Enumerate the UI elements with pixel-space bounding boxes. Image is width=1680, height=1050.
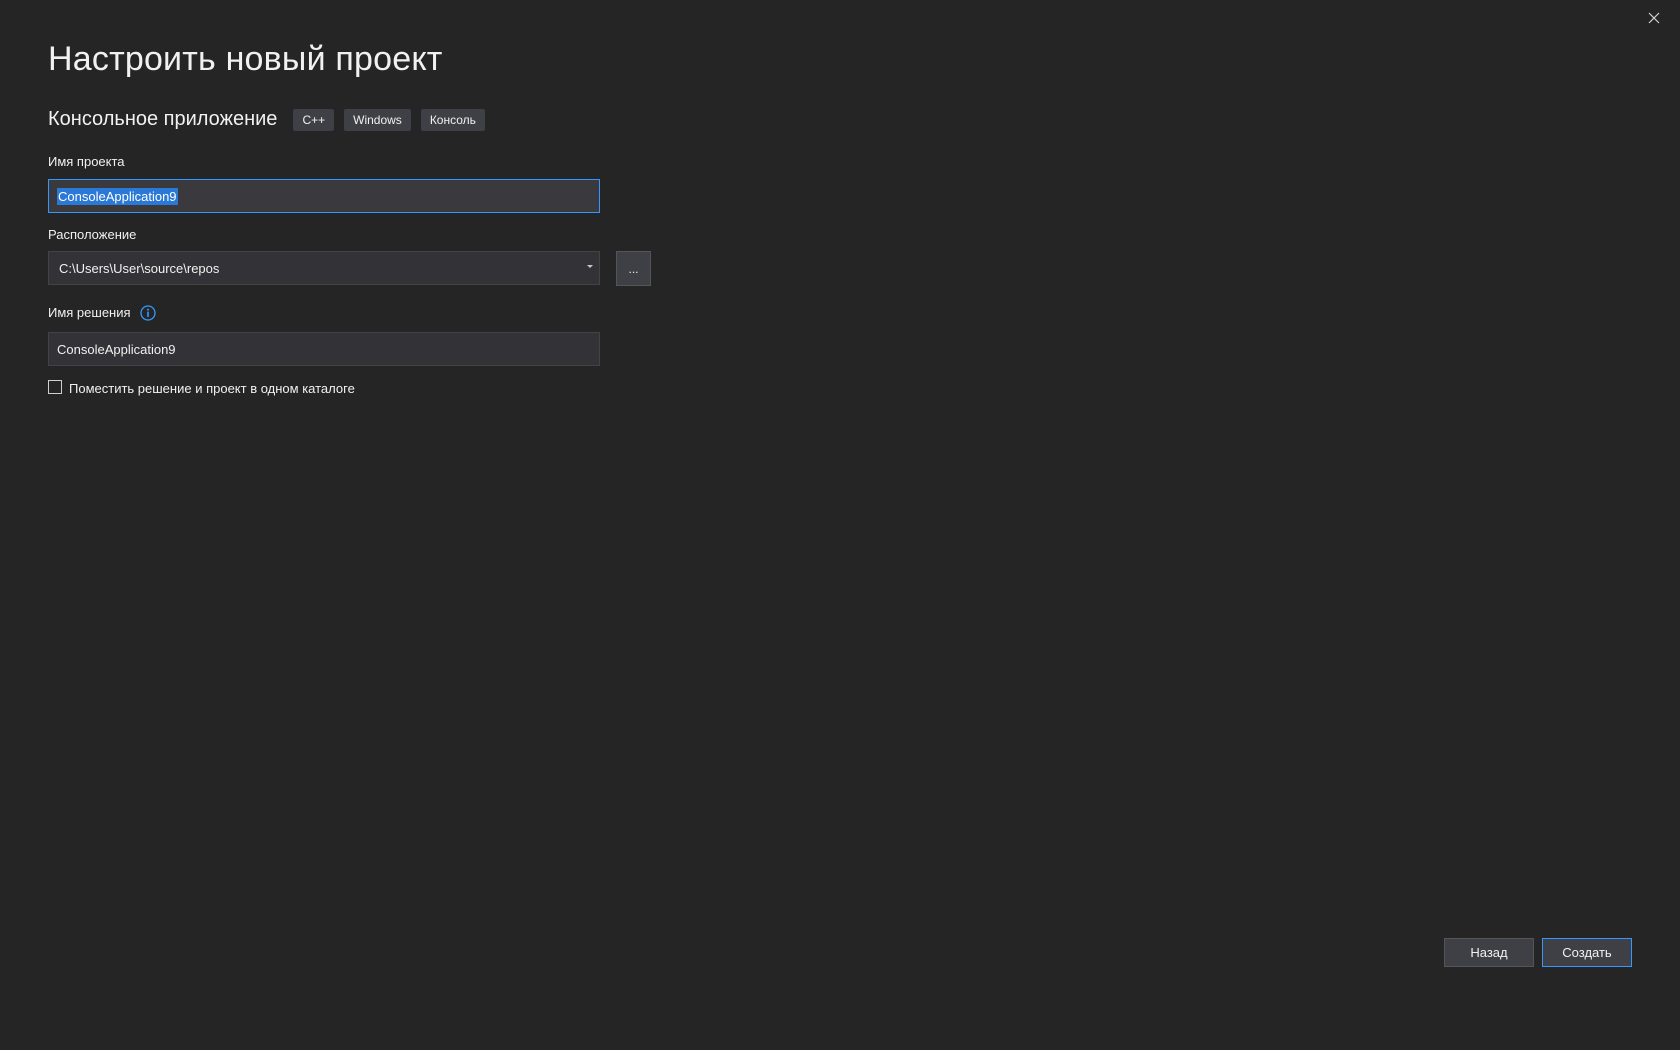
browse-button[interactable]: ... bbox=[616, 251, 651, 286]
tag-language: C++ bbox=[293, 108, 335, 131]
solution-name-value: ConsoleApplication9 bbox=[57, 341, 176, 357]
template-summary: Консольное приложение C++ Windows Консол… bbox=[48, 108, 485, 131]
project-name-input[interactable]: ConsoleApplication9 bbox=[48, 179, 600, 213]
location-combobox[interactable]: C:\Users\User\source\repos bbox=[48, 251, 600, 285]
create-button[interactable]: Создать bbox=[1542, 938, 1632, 967]
solution-name-label-row: Имя решения bbox=[48, 304, 156, 322]
back-button[interactable]: Назад bbox=[1444, 938, 1534, 967]
same-directory-checkbox[interactable] bbox=[48, 379, 62, 394]
project-name-label: Имя проекта bbox=[48, 154, 125, 169]
same-directory-option: Поместить решение и проект в одном катал… bbox=[48, 379, 355, 396]
page-title: Настроить новый проект bbox=[48, 40, 443, 78]
close-icon bbox=[1648, 11, 1660, 29]
close-button[interactable] bbox=[1640, 6, 1668, 34]
configure-project-dialog: Настроить новый проект Консольное прилож… bbox=[0, 0, 1680, 1050]
location-value: C:\Users\User\source\repos bbox=[59, 260, 220, 276]
chevron-down-icon[interactable] bbox=[587, 265, 593, 268]
tag-platform: Windows bbox=[344, 108, 411, 131]
template-name: Консольное приложение bbox=[48, 108, 278, 130]
tag-project-type: Консоль bbox=[420, 108, 485, 131]
same-directory-label[interactable]: Поместить решение и проект в одном катал… bbox=[69, 381, 355, 396]
location-label: Расположение bbox=[48, 227, 137, 242]
project-name-value: ConsoleApplication9 bbox=[57, 187, 178, 205]
info-icon[interactable] bbox=[140, 304, 156, 321]
solution-name-input[interactable]: ConsoleApplication9 bbox=[48, 332, 600, 366]
solution-name-label: Имя решения bbox=[48, 305, 131, 320]
